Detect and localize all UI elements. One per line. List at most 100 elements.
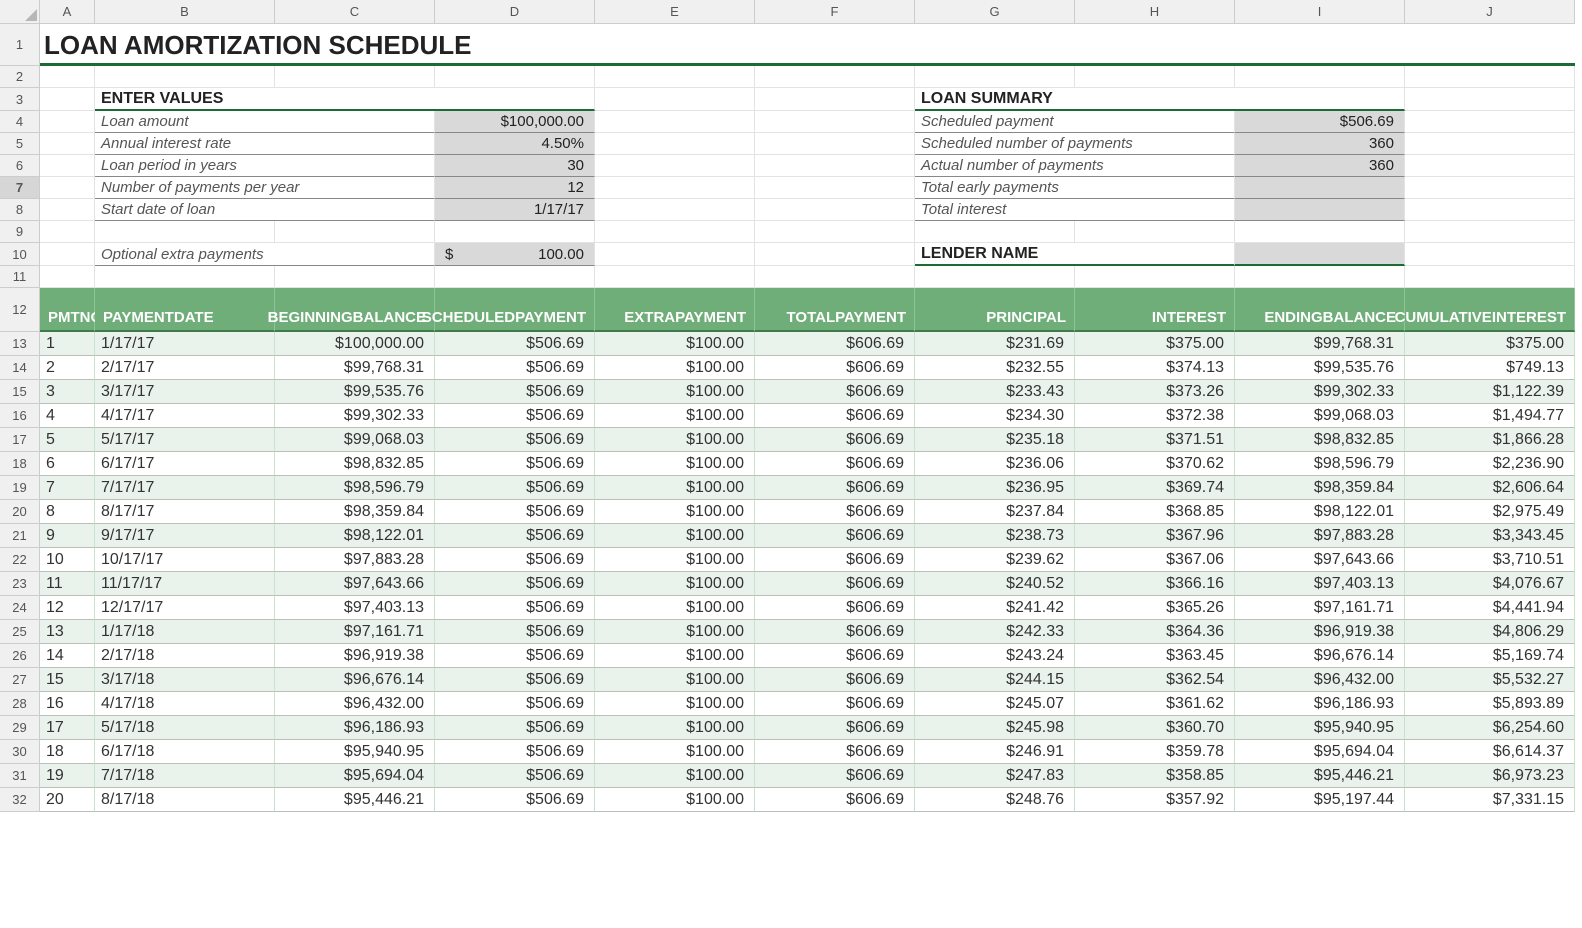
beginning-balance[interactable]: $99,068.03 — [275, 428, 435, 452]
ending-balance[interactable]: $95,446.21 — [1235, 764, 1405, 788]
row-header-6[interactable]: 6 — [0, 155, 40, 177]
payment-date[interactable]: 7/17/17 — [95, 476, 275, 500]
pmt-no[interactable]: 1 — [40, 332, 95, 356]
cell-empty[interactable] — [595, 243, 755, 266]
principal[interactable]: $231.69 — [915, 332, 1075, 356]
scheduled-payment[interactable]: $506.69 — [435, 356, 595, 380]
cell-empty[interactable] — [755, 88, 915, 111]
cumulative-interest[interactable]: $2,236.90 — [1405, 452, 1575, 476]
pmt-no[interactable]: 8 — [40, 500, 95, 524]
pmt-no[interactable]: 9 — [40, 524, 95, 548]
row-header-18[interactable]: 18 — [0, 452, 40, 476]
principal[interactable]: $236.95 — [915, 476, 1075, 500]
pmt-no[interactable]: 14 — [40, 644, 95, 668]
principal[interactable]: $236.06 — [915, 452, 1075, 476]
extra-payment[interactable]: $100.00 — [595, 356, 755, 380]
cell-empty[interactable] — [595, 155, 755, 177]
cell-empty[interactable] — [275, 221, 435, 243]
interest[interactable]: $375.00 — [1075, 332, 1235, 356]
interest[interactable]: $372.38 — [1075, 404, 1235, 428]
cell-empty[interactable] — [40, 221, 95, 243]
cell-empty[interactable] — [595, 66, 755, 88]
beginning-balance[interactable]: $99,768.31 — [275, 356, 435, 380]
cell-empty[interactable] — [40, 199, 95, 221]
principal[interactable]: $239.62 — [915, 548, 1075, 572]
cell-empty[interactable] — [595, 266, 755, 288]
table-header[interactable]: PRINCIPAL — [915, 288, 1075, 332]
scheduled-payment[interactable]: $506.69 — [435, 404, 595, 428]
pmt-no[interactable]: 5 — [40, 428, 95, 452]
principal[interactable]: $242.33 — [915, 620, 1075, 644]
beginning-balance[interactable]: $100,000.00 — [275, 332, 435, 356]
cell-empty[interactable] — [40, 88, 95, 111]
beginning-balance[interactable]: $98,596.79 — [275, 476, 435, 500]
row-header-4[interactable]: 4 — [0, 111, 40, 133]
cell-empty[interactable] — [435, 221, 595, 243]
enter-values-value[interactable]: $100,000.00 — [435, 111, 595, 133]
cell-empty[interactable] — [40, 66, 95, 88]
beginning-balance[interactable]: $97,161.71 — [275, 620, 435, 644]
extra-payment[interactable]: $100.00 — [595, 548, 755, 572]
scheduled-payment[interactable]: $506.69 — [435, 524, 595, 548]
scheduled-payment[interactable]: $506.69 — [435, 716, 595, 740]
pmt-no[interactable]: 11 — [40, 572, 95, 596]
scheduled-payment[interactable]: $506.69 — [435, 428, 595, 452]
column-header-G[interactable]: G — [915, 0, 1075, 24]
row-header-7[interactable]: 7 — [0, 177, 40, 199]
interest[interactable]: $370.62 — [1075, 452, 1235, 476]
row-header-24[interactable]: 24 — [0, 596, 40, 620]
cumulative-interest[interactable]: $1,866.28 — [1405, 428, 1575, 452]
extra-payment[interactable]: $100.00 — [595, 644, 755, 668]
extra-payment[interactable]: $100.00 — [595, 740, 755, 764]
beginning-balance[interactable]: $97,403.13 — [275, 596, 435, 620]
pmt-no[interactable]: 13 — [40, 620, 95, 644]
cell-empty[interactable] — [95, 66, 275, 88]
extra-payment[interactable]: $100.00 — [595, 332, 755, 356]
principal[interactable]: $243.24 — [915, 644, 1075, 668]
enter-values-value[interactable]: 30 — [435, 155, 595, 177]
payment-date[interactable]: 10/17/17 — [95, 548, 275, 572]
beginning-balance[interactable]: $95,446.21 — [275, 788, 435, 812]
interest[interactable]: $367.96 — [1075, 524, 1235, 548]
cumulative-interest[interactable]: $5,169.74 — [1405, 644, 1575, 668]
total-payment[interactable]: $606.69 — [755, 596, 915, 620]
extra-payment[interactable]: $100.00 — [595, 596, 755, 620]
extra-payment[interactable]: $100.00 — [595, 572, 755, 596]
interest[interactable]: $364.36 — [1075, 620, 1235, 644]
column-header-I[interactable]: I — [1235, 0, 1405, 24]
interest[interactable]: $365.26 — [1075, 596, 1235, 620]
cumulative-interest[interactable]: $6,614.37 — [1405, 740, 1575, 764]
cell-empty[interactable] — [915, 221, 1075, 243]
interest[interactable]: $358.85 — [1075, 764, 1235, 788]
payment-date[interactable]: 2/17/18 — [95, 644, 275, 668]
cell-empty[interactable] — [1405, 221, 1575, 243]
cell-empty[interactable] — [95, 221, 275, 243]
cell-empty[interactable] — [435, 266, 595, 288]
cumulative-interest[interactable]: $1,494.77 — [1405, 404, 1575, 428]
total-payment[interactable]: $606.69 — [755, 380, 915, 404]
row-header-9[interactable]: 9 — [0, 221, 40, 243]
cell-empty[interactable] — [40, 155, 95, 177]
total-payment[interactable]: $606.69 — [755, 548, 915, 572]
scheduled-payment[interactable]: $506.69 — [435, 620, 595, 644]
row-header-22[interactable]: 22 — [0, 548, 40, 572]
beginning-balance[interactable]: $98,359.84 — [275, 500, 435, 524]
row-header-1[interactable]: 1 — [0, 24, 40, 66]
extra-payment[interactable]: $100.00 — [595, 764, 755, 788]
extra-payment[interactable]: $100.00 — [595, 452, 755, 476]
principal[interactable]: $241.42 — [915, 596, 1075, 620]
row-header-2[interactable]: 2 — [0, 66, 40, 88]
cumulative-interest[interactable]: $7,331.15 — [1405, 788, 1575, 812]
interest[interactable]: $366.16 — [1075, 572, 1235, 596]
beginning-balance[interactable]: $98,122.01 — [275, 524, 435, 548]
pmt-no[interactable]: 16 — [40, 692, 95, 716]
ending-balance[interactable]: $96,919.38 — [1235, 620, 1405, 644]
cumulative-interest[interactable]: $6,254.60 — [1405, 716, 1575, 740]
total-payment[interactable]: $606.69 — [755, 620, 915, 644]
principal[interactable]: $240.52 — [915, 572, 1075, 596]
cell-empty[interactable] — [915, 66, 1075, 88]
extra-payment[interactable]: $100.00 — [595, 716, 755, 740]
total-payment[interactable]: $606.69 — [755, 404, 915, 428]
interest[interactable]: $371.51 — [1075, 428, 1235, 452]
cell-empty[interactable] — [755, 199, 915, 221]
